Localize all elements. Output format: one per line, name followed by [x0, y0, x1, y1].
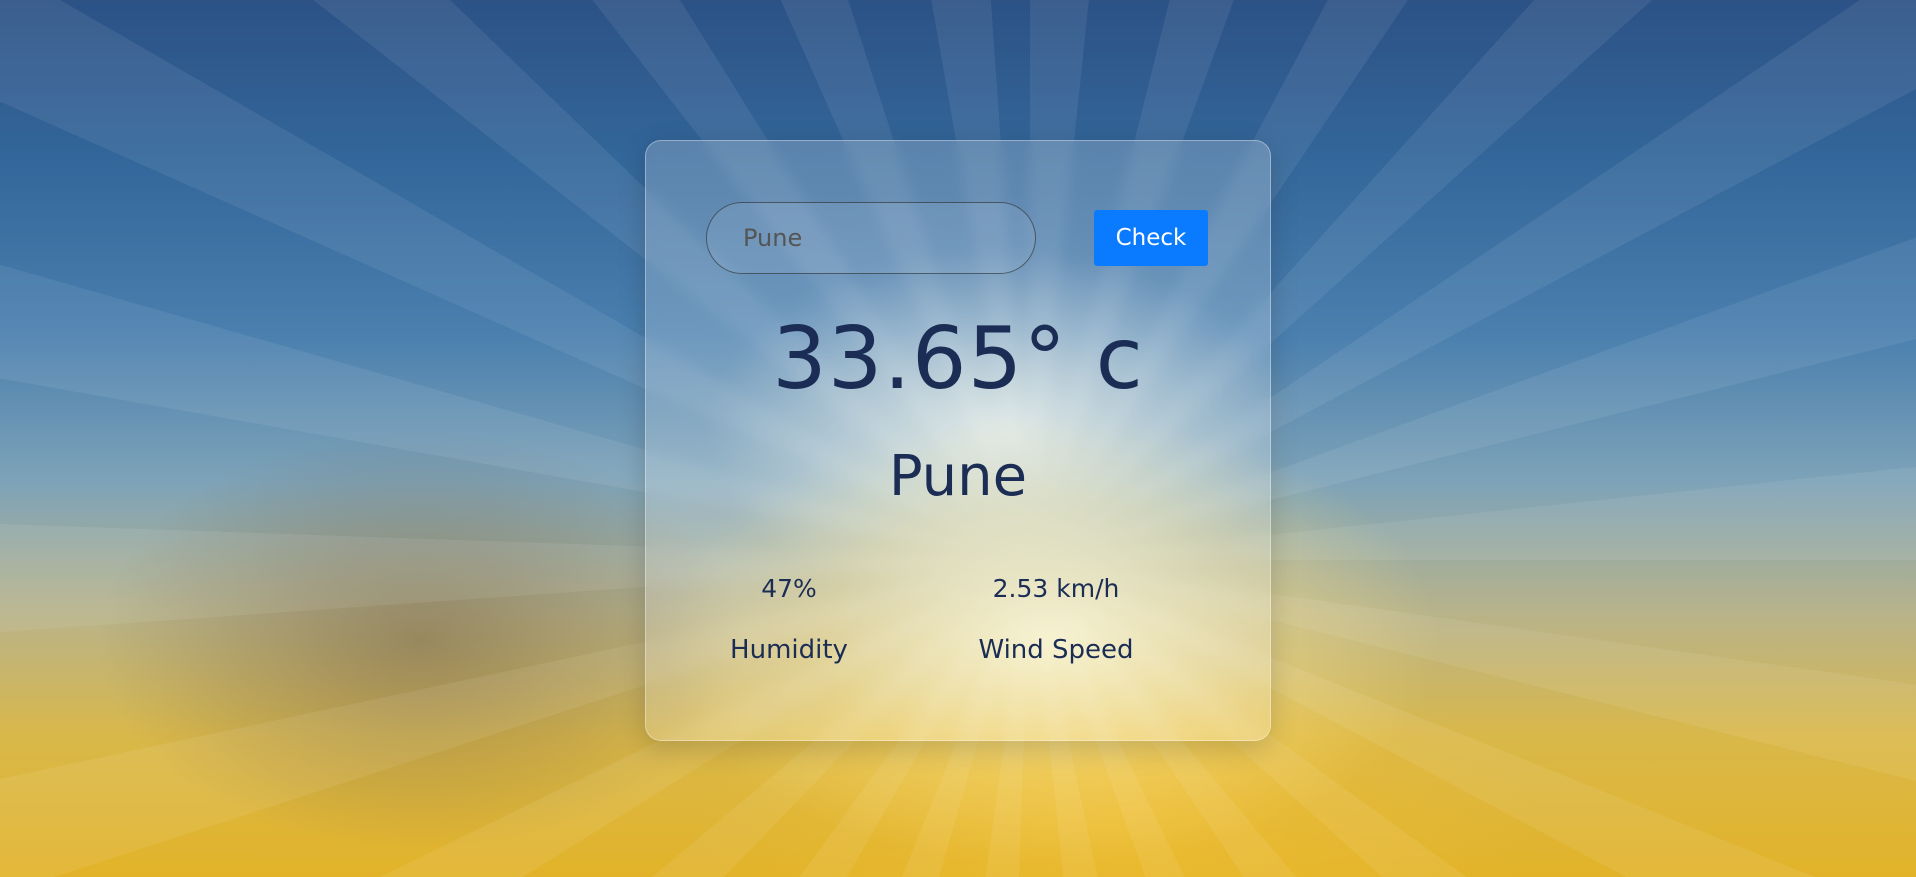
- humidity-label: Humidity: [730, 635, 848, 665]
- humidity-value: 47%: [761, 574, 817, 603]
- wind-speed-value: 2.53 km/h: [992, 574, 1120, 603]
- weather-card: Check 33.65° c Pune 47% Humidity 2.53 km…: [645, 140, 1271, 741]
- humidity-stat: 47% Humidity: [708, 576, 870, 663]
- wind-speed-stat: 2.53 km/h Wind Speed: [966, 576, 1146, 663]
- city-name: Pune: [888, 444, 1028, 509]
- city-search-input[interactable]: [706, 202, 1036, 274]
- check-button[interactable]: Check: [1094, 210, 1208, 266]
- temperature-value: 33.65° c: [772, 309, 1144, 409]
- wind-speed-label: Wind Speed: [978, 635, 1134, 665]
